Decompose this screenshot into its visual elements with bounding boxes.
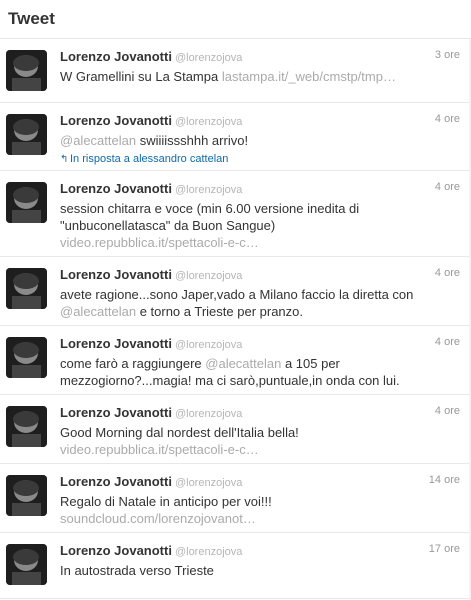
tweet-item[interactable]: Lorenzo Jovanotti @lorenzojova 4 ore sess… [0,171,471,257]
author-name[interactable]: Lorenzo Jovanotti [60,543,172,558]
tweet-time[interactable]: 17 ore [429,543,460,555]
tweet-time[interactable]: 14 ore [429,474,460,486]
author-handle[interactable]: @lorenzojova [175,184,242,196]
tweet-time[interactable]: 4 ore [435,113,460,125]
author-handle[interactable]: @lorenzojova [175,339,242,351]
mention-link[interactable]: @alecattelan [60,304,136,319]
tweet-text-part: Good Morning dal nordest dell'Italia bel… [60,425,299,440]
author-handle[interactable]: @lorenzojova [175,408,242,420]
in-reply-to[interactable]: ↰ In risposta a alessandro cattelan [60,152,459,167]
author-handle[interactable]: @lorenzojova [175,116,242,128]
avatar[interactable] [6,475,47,516]
tweet-link[interactable]: soundcloud.com/lorenzojovanot… [60,511,256,526]
tweet-text: In autostrada verso Trieste [60,562,459,579]
tweet-text-part: swiiiissshhh arrivo! [136,133,249,148]
tweet-text-part: Regalo di Natale in anticipo per voi!!! [60,494,272,509]
tweet-text: Good Morning dal nordest dell'Italia bel… [60,424,459,458]
tweet-item[interactable]: Lorenzo Jovanotti @lorenzojova 4 ore @ale… [0,103,471,171]
tweet-text: come farò a raggiungere @alecattelan a 1… [60,355,420,389]
author-name[interactable]: Lorenzo Jovanotti [60,113,172,128]
tweet-text-part: e torno a Trieste per pranzo. [136,304,304,319]
tweet-time[interactable]: 4 ore [435,181,460,193]
avatar[interactable] [6,406,47,447]
tweet-item[interactable]: Lorenzo Jovanotti @lorenzojova 4 ore avet… [0,257,471,326]
tweet-text: Regalo di Natale in anticipo per voi!!! s… [60,493,459,527]
tweet-item[interactable]: Lorenzo Jovanotti @lorenzojova 4 ore Good… [0,395,471,464]
tweet-item[interactable]: Lorenzo Jovanotti @lorenzojova 17 ore In … [0,533,471,599]
tweet-item[interactable]: Lorenzo Jovanotti @lorenzojova 14 ore Reg… [0,464,471,533]
author-name[interactable]: Lorenzo Jovanotti [60,181,172,196]
author-handle[interactable]: @lorenzojova [175,546,242,558]
timeline-window: Tweet Lorenzo Jovanotti @lorenzojova 3 or… [0,0,471,600]
tweet-text: W Gramellini su La Stampa lastampa.it/_w… [60,68,459,85]
in-reply-to-label[interactable]: In risposta a alessandro cattelan [70,153,228,165]
mention-link[interactable]: @alecattelan [205,356,281,371]
page-title: Tweet [0,0,471,39]
author-handle[interactable]: @lorenzojova [175,477,242,489]
author-name[interactable]: Lorenzo Jovanotti [60,474,172,489]
tweet-item[interactable]: Lorenzo Jovanotti @lorenzojova 3 ore W Gr… [0,39,471,103]
tweet-text: session chitarra e voce (min 6.00 versio… [60,200,370,251]
tweet-time[interactable]: 4 ore [435,267,460,279]
author-handle[interactable]: @lorenzojova [175,270,242,282]
tweet-link[interactable]: video.repubblica.it/spettacoli-e-c… [60,442,259,457]
tweet-text: @alecattelan swiiiissshhh arrivo! [60,132,459,149]
tweet-time[interactable]: 4 ore [435,405,460,417]
avatar[interactable] [6,337,47,378]
author-name[interactable]: Lorenzo Jovanotti [60,49,172,64]
tweet-text-part: In autostrada verso Trieste [60,563,214,578]
author-name[interactable]: Lorenzo Jovanotti [60,267,172,282]
tweet-text-part: session chitarra e voce (min 6.00 versio… [60,201,360,233]
mention-link[interactable]: @alecattelan [60,133,136,148]
avatar[interactable] [6,114,47,155]
author-name[interactable]: Lorenzo Jovanotti [60,336,172,351]
avatar[interactable] [6,544,47,585]
reply-arrow-icon: ↰ [60,154,69,165]
author-handle[interactable]: @lorenzojova [175,52,242,64]
tweet-text: avete ragione...sono Japer,vado a Milano… [60,286,430,320]
tweet-text-part: W Gramellini su La Stampa [60,69,222,84]
tweet-link[interactable]: lastampa.it/_web/cmstp/tmp… [222,69,396,84]
tweet-text-part: avete ragione...sono Japer,vado a Milano… [60,287,414,302]
tweet-time[interactable]: 3 ore [435,49,460,61]
tweet-text-part: come farò a raggiungere [60,356,206,371]
avatar[interactable] [6,50,47,91]
avatar[interactable] [6,268,47,309]
tweet-time[interactable]: 4 ore [435,336,460,348]
avatar[interactable] [6,182,47,223]
author-name[interactable]: Lorenzo Jovanotti [60,405,172,420]
tweet-link[interactable]: video.repubblica.it/spettacoli-e-c… [60,235,259,250]
tweet-item[interactable]: Lorenzo Jovanotti @lorenzojova 4 ore come… [0,326,471,395]
